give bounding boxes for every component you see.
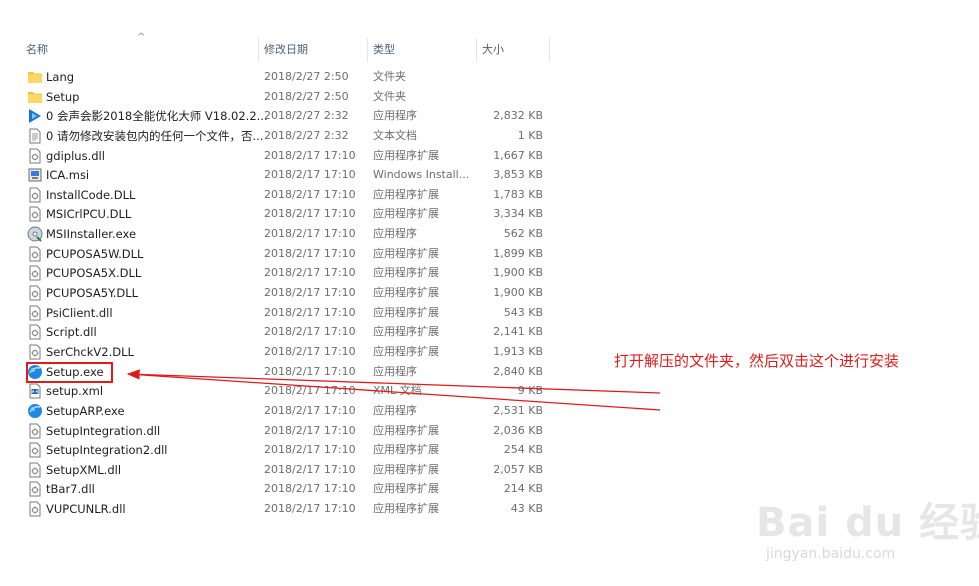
arrow-line-upper [126,369,661,394]
watermark-url: jingyan.baidu.com [766,546,896,562]
baidu-jingyan-watermark: Bai du 经验 jingyan.baidu.com [752,482,979,572]
watermark-brand: Bai du 经验 [756,500,979,546]
annotation-text: 打开解压的文件夹，然后双击这个进行安装 [614,352,900,370]
arrow-line-lower [127,373,661,411]
